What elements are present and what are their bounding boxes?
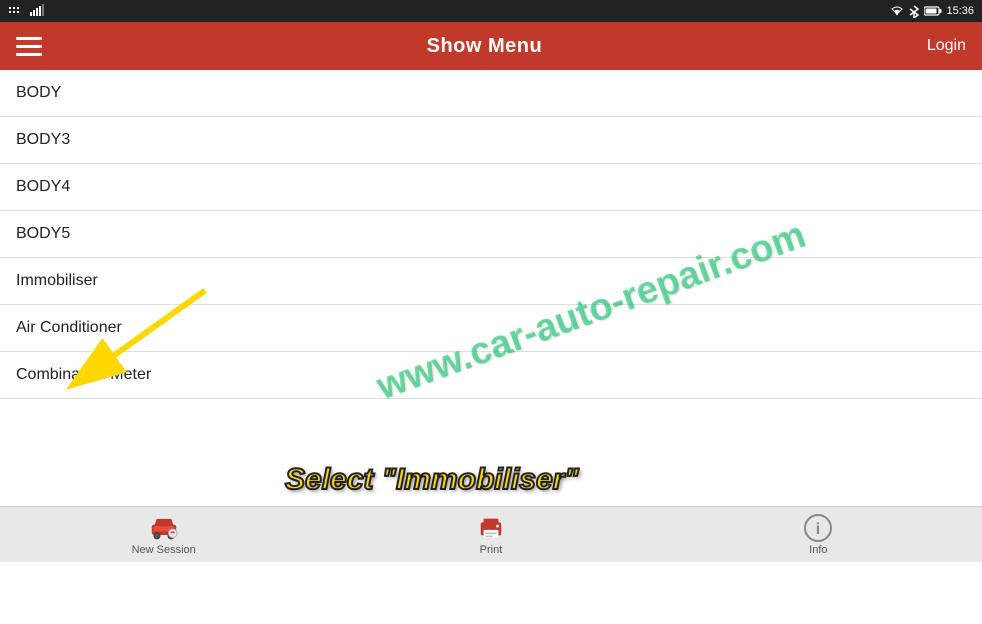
login-button[interactable]: Login (927, 37, 966, 55)
list-item[interactable]: BODY3 (0, 117, 982, 164)
menu-dots-icon (8, 3, 24, 19)
new-session-button[interactable]: New Session (0, 514, 327, 556)
bluetooth-icon (908, 4, 920, 18)
status-bar: 15:36 (0, 0, 982, 22)
hamburger-menu-button[interactable] (16, 37, 42, 56)
list-item-combination-meter[interactable]: Combination Meter (0, 352, 982, 399)
list-item[interactable]: BODY5 (0, 211, 982, 258)
app-header: Show Menu Login (0, 22, 982, 70)
signal-icon (30, 4, 44, 18)
list-item[interactable]: BODY (0, 70, 982, 117)
print-button[interactable]: Print (327, 514, 654, 556)
list-item-immobiliser[interactable]: Immobiliser (0, 258, 982, 305)
print-label: Print (480, 544, 503, 556)
time-display: 15:36 (946, 5, 974, 17)
status-bar-left (8, 3, 44, 19)
list-item-air-conditioner[interactable]: Air Conditioner (0, 305, 982, 352)
car-icon (150, 514, 178, 542)
info-button[interactable]: i Info (655, 514, 982, 556)
new-session-label: New Session (132, 544, 196, 556)
print-icon (477, 514, 505, 542)
status-bar-right: 15:36 (890, 4, 974, 18)
wifi-icon (890, 4, 904, 18)
list-item[interactable]: BODY4 (0, 164, 982, 211)
main-content: BODY BODY3 BODY4 BODY5 Immobiliser Air C… (0, 70, 982, 506)
svg-text:i: i (816, 521, 820, 538)
info-label: Info (809, 544, 827, 556)
system-list: BODY BODY3 BODY4 BODY5 Immobiliser Air C… (0, 70, 982, 399)
info-icon: i (804, 514, 832, 542)
battery-icon (924, 5, 942, 17)
bottom-bar: New Session Print i Info (0, 506, 982, 562)
header-title: Show Menu (427, 35, 543, 58)
